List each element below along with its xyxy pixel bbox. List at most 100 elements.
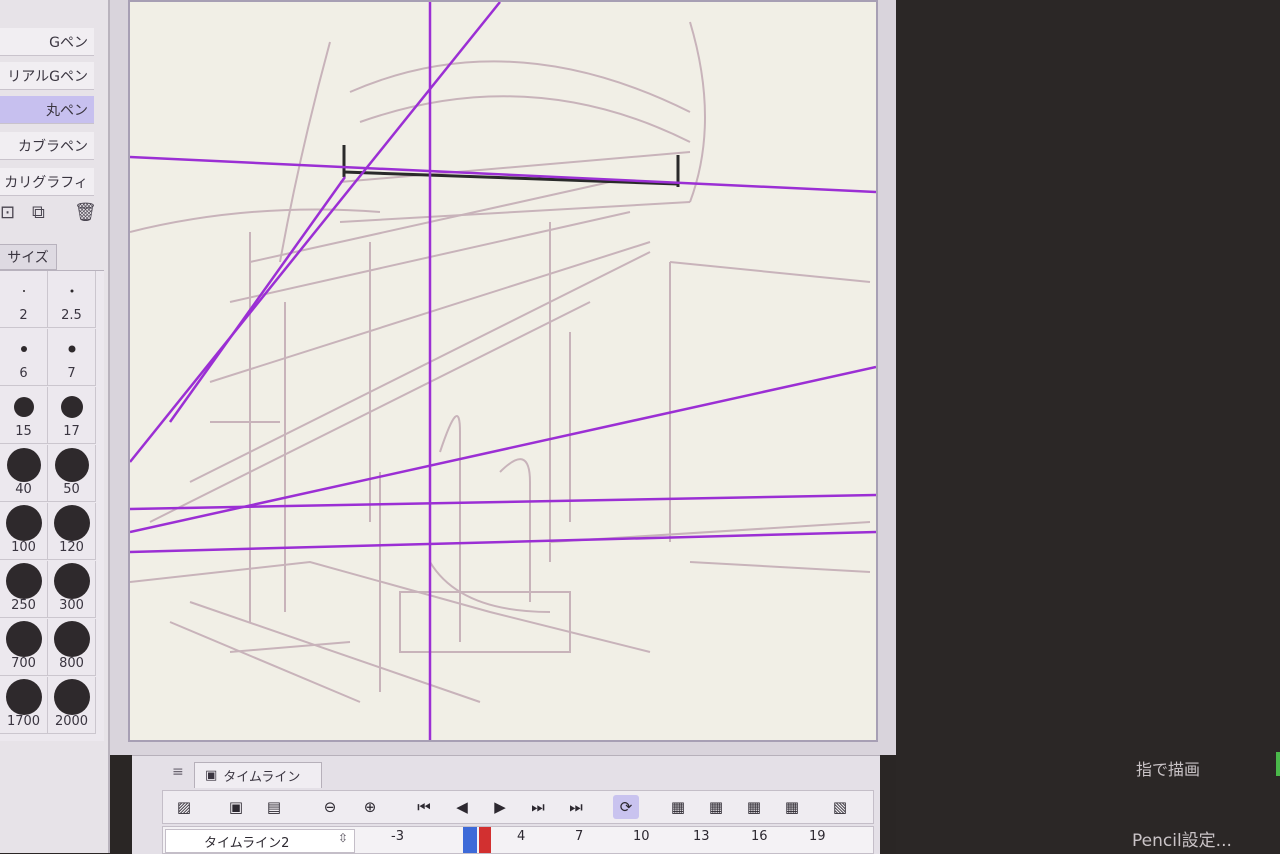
- size-cell[interactable]: 40: [0, 445, 48, 502]
- size-cell[interactable]: 50: [48, 445, 96, 502]
- brush-item-g-pen[interactable]: Gペン: [0, 28, 94, 56]
- size-cell[interactable]: 2: [0, 271, 48, 328]
- timeline-select[interactable]: タイムライン2 ⇳: [165, 829, 355, 853]
- timeline-panel: ≡ ▣ タイムライン ▨ ▣ ▤ ⊖ ⊕ ⏮ ◀ ▶ ⏭ ⏭ ⟳ ▦ ▦ ▦ ▦…: [132, 755, 880, 854]
- last-frame-icon[interactable]: ⏭: [563, 795, 589, 819]
- tool-panel: Gペン リアルGペン 丸ペン カブラペン カリグラフィ ⊡ ⧉ 🗑 サイズ 2 …: [0, 0, 110, 853]
- size-label: 40: [15, 482, 32, 497]
- size-cell[interactable]: 700: [0, 619, 48, 676]
- size-label: 2000: [54, 714, 89, 729]
- size-label: 2: [19, 308, 28, 323]
- frame-label: 4: [517, 829, 526, 844]
- specify-cel-icon[interactable]: ▦: [703, 795, 729, 819]
- brush-size-grid: 2 2.5 6 7 15 17 40 50 100 120 250 300 70…: [0, 270, 104, 741]
- size-cell[interactable]: 2.5: [48, 271, 96, 328]
- size-cell[interactable]: 15: [0, 387, 48, 444]
- size-preview-dot: [5, 563, 42, 599]
- brush-label: リアルGペン: [7, 68, 88, 85]
- tab-label: タイムライン: [223, 770, 301, 785]
- size-label: 2.5: [61, 308, 82, 323]
- size-preview-dot: [53, 505, 90, 541]
- size-cell[interactable]: 1700: [0, 677, 48, 734]
- tab-brush-size[interactable]: サイズ: [0, 244, 57, 270]
- size-label: 300: [59, 598, 84, 613]
- size-label: 15: [15, 424, 32, 439]
- new-animation-cel-icon[interactable]: ▦: [665, 795, 691, 819]
- size-label: 17: [63, 424, 80, 439]
- size-cell[interactable]: 300: [48, 561, 96, 618]
- size-preview-dot: [68, 345, 75, 353]
- size-label: 700: [11, 656, 36, 671]
- next-frame-icon[interactable]: ⏭: [525, 795, 551, 819]
- add-frame-icon[interactable]: ▤: [261, 795, 287, 819]
- size-cell[interactable]: 6: [0, 329, 48, 386]
- frame-icon[interactable]: ▣: [223, 795, 249, 819]
- finger-draw-toggle[interactable]: [1276, 752, 1280, 776]
- size-preview-dot: [5, 679, 42, 715]
- duplicate-brush-icon[interactable]: ⧉: [32, 202, 45, 223]
- tab-timeline[interactable]: ▣ タイムライン: [194, 762, 322, 788]
- trash-icon[interactable]: 🗑: [74, 202, 97, 223]
- brush-item-calligraphy[interactable]: カリグラフィ: [0, 168, 94, 196]
- current-frame-marker[interactable]: [479, 827, 491, 853]
- onion-skin-icon[interactable]: ▧: [827, 795, 853, 819]
- size-preview-dot: [5, 621, 42, 657]
- frame-label: -3: [391, 829, 404, 844]
- loop-icon[interactable]: ⟳: [613, 795, 639, 819]
- timeline-track[interactable]: タイムライン2 ⇳ -3 4 7 10 13 16 19: [162, 826, 874, 854]
- frame-label: 10: [633, 829, 650, 844]
- size-preview-dot: [60, 396, 83, 418]
- brush-item-kabura-pen[interactable]: カブラペン: [0, 132, 94, 160]
- size-preview-dot: [6, 448, 41, 482]
- brush-label: Gペン: [49, 34, 88, 51]
- size-label: 1700: [6, 714, 41, 729]
- size-preview-dot: [53, 563, 90, 599]
- drawing-canvas[interactable]: [128, 0, 878, 742]
- brush-label: 丸ペン: [46, 102, 88, 119]
- size-preview-dot: [13, 397, 34, 417]
- pencil-settings-link[interactable]: Pencil設定...: [1132, 826, 1232, 851]
- new-brush-icon[interactable]: ⊡: [0, 202, 15, 223]
- size-preview-dot: [53, 679, 90, 715]
- brush-label: カリグラフィ: [4, 174, 88, 191]
- size-cell[interactable]: 17: [48, 387, 96, 444]
- size-preview-dot: [70, 289, 73, 293]
- zoom-out-icon[interactable]: ⊖: [317, 795, 343, 819]
- size-cell[interactable]: 250: [0, 561, 48, 618]
- frame-label: 19: [809, 829, 826, 844]
- delete-cel-icon[interactable]: ▦: [779, 795, 805, 819]
- size-cell[interactable]: 800: [48, 619, 96, 676]
- size-label: 6: [19, 366, 28, 381]
- size-preview-dot: [53, 621, 90, 657]
- size-cell[interactable]: 100: [0, 503, 48, 560]
- brush-actions: ⊡ ⧉ 🗑: [0, 198, 108, 232]
- brush-item-real-g-pen[interactable]: リアルGペン: [0, 62, 94, 90]
- size-cell[interactable]: 120: [48, 503, 96, 560]
- size-cell[interactable]: 7: [48, 329, 96, 386]
- size-preview-dot: [54, 448, 89, 482]
- first-frame-icon[interactable]: ⏮: [411, 795, 437, 819]
- size-preview-dot: [20, 346, 27, 352]
- size-label: 250: [11, 598, 36, 613]
- finger-draw-label: 指で描画: [1136, 760, 1201, 779]
- cel-list-icon[interactable]: ▦: [741, 795, 767, 819]
- brush-label: カブラペン: [18, 138, 88, 155]
- brush-item-round-pen[interactable]: 丸ペン: [0, 96, 94, 124]
- size-label: 120: [59, 540, 84, 555]
- size-label: 50: [63, 482, 80, 497]
- pencil-sketch: [130, 21, 871, 703]
- playhead[interactable]: [463, 827, 477, 853]
- play-icon[interactable]: ▶: [487, 795, 513, 819]
- panel-menu-icon[interactable]: ≡: [172, 764, 184, 780]
- size-preview-dot: [22, 290, 25, 292]
- zoom-in-icon[interactable]: ⊕: [357, 795, 383, 819]
- chevron-updown-icon: ⇳: [337, 831, 348, 845]
- frame-label: 13: [693, 829, 710, 844]
- timeline-toolbar: ▨ ▣ ▤ ⊖ ⊕ ⏮ ◀ ▶ ⏭ ⏭ ⟳ ▦ ▦ ▦ ▦ ▧: [162, 790, 874, 824]
- new-timeline-icon[interactable]: ▨: [171, 795, 197, 819]
- size-label: 800: [59, 656, 84, 671]
- tab-label: サイズ: [7, 250, 49, 266]
- size-cell[interactable]: 2000: [48, 677, 96, 734]
- previous-frame-icon[interactable]: ◀: [449, 795, 475, 819]
- size-preview-dot: [5, 505, 42, 541]
